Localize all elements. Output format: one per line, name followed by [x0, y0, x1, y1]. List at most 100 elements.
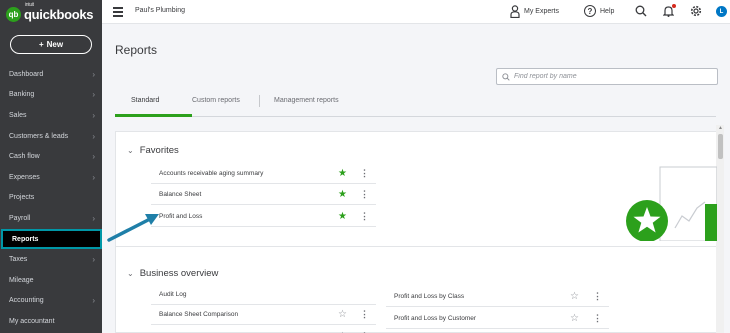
report-row-balance-sheet[interactable]: Balance Sheet ★ ⋮ — [151, 185, 376, 205]
more-options-icon[interactable]: ⋮ — [360, 211, 369, 222]
sidebar-item-label: My accountant — [9, 317, 55, 325]
sidebar-item-label: Mileage — [9, 276, 34, 284]
help-icon: ? — [584, 5, 596, 17]
chevron-right-icon: › — [92, 296, 95, 306]
sidebar-item-label: Accounting — [9, 297, 44, 305]
sidebar-item-expenses[interactable]: Expenses › — [0, 167, 102, 188]
star-outline-icon[interactable]: ☆ — [338, 309, 347, 320]
sidebar-item-label: Dashboard — [9, 70, 44, 78]
star-filled-icon[interactable]: ★ — [338, 189, 347, 200]
plus-icon: + — [38, 40, 44, 49]
report-row-ar-aging[interactable]: Accounts receivable aging summary ★ ⋮ — [151, 164, 376, 184]
section-title: Favorites — [139, 145, 179, 156]
sidebar-item-label: Projects — [9, 194, 35, 202]
settings-button[interactable] — [690, 5, 702, 17]
report-link[interactable]: Audit Log — [151, 291, 376, 298]
report-row-audit-log[interactable]: Audit Log — [151, 285, 376, 305]
report-tabs: Standard Custom reports Management repor… — [115, 93, 716, 117]
sidebar-item-label: Customers & leads — [9, 132, 69, 140]
search-icon — [635, 5, 647, 17]
sidebar-item-reports[interactable]: Reports — [1, 228, 102, 250]
sidebar-item-sales[interactable]: Sales › — [0, 105, 102, 126]
sidebar-item-label: Payroll — [9, 214, 31, 222]
section-title: Business overview — [139, 268, 219, 279]
sidebar-item-dashboard[interactable]: Dashboard › — [0, 64, 102, 85]
active-tab-indicator — [115, 114, 192, 117]
report-row-pl-by-customer[interactable]: Profit and Loss by Customer ☆ ⋮ — [386, 309, 609, 329]
tab-divider — [259, 95, 260, 107]
sidebar-item-accounting[interactable]: Accounting › — [0, 291, 102, 312]
sidebar-item-label: Cash flow — [9, 153, 40, 161]
illustration-bar — [705, 204, 717, 241]
my-experts-label: My Experts — [524, 8, 560, 15]
my-experts-button[interactable]: My Experts — [510, 5, 559, 18]
sidebar-item-label: Reports — [12, 235, 39, 243]
chevron-down-icon: ⌄ — [127, 146, 134, 155]
sidebar-item-mileage[interactable]: Mileage — [0, 270, 102, 291]
report-row-balance-sheet-comparison[interactable]: Balance Sheet Comparison ☆ ⋮ — [151, 305, 376, 325]
search-button[interactable] — [635, 5, 647, 17]
illustration-trend-line — [674, 201, 706, 229]
qb-logo-icon: qb — [6, 6, 21, 22]
tab-management-reports[interactable]: Management reports — [274, 97, 339, 116]
bell-icon — [662, 4, 676, 19]
chevron-down-icon: ⌄ — [127, 269, 134, 278]
search-input[interactable] — [514, 73, 704, 80]
sidebar-item-taxes[interactable]: Taxes › — [0, 249, 102, 270]
chevron-right-icon: › — [92, 172, 95, 182]
favorites-illustration — [626, 166, 717, 241]
chevron-right-icon: › — [92, 90, 95, 100]
star-outline-icon[interactable]: ☆ — [570, 291, 579, 302]
top-bar: Paul's Plumbing My Experts ? Help L — [102, 0, 730, 24]
more-options-icon[interactable]: ⋮ — [593, 313, 602, 324]
avatar: L — [716, 6, 727, 17]
new-button[interactable]: + New — [10, 35, 92, 54]
user-menu[interactable]: L — [716, 6, 727, 17]
sidebar-item-cash-flow[interactable]: Cash flow › — [0, 146, 102, 167]
menu-icon[interactable] — [113, 7, 123, 17]
sidebar-item-payroll[interactable]: Payroll › — [0, 208, 102, 229]
scrollbar-thumb[interactable] — [718, 134, 723, 159]
chevron-right-icon: › — [92, 131, 95, 141]
chevron-right-icon: › — [92, 152, 95, 162]
scroll-up-icon[interactable]: ▲ — [718, 125, 723, 131]
chevron-right-icon: › — [92, 213, 95, 223]
chevron-right-icon: › — [92, 69, 95, 79]
more-options-icon[interactable]: ⋮ — [593, 291, 602, 302]
business-overview-section-header[interactable]: ⌄ Business overview — [127, 268, 218, 279]
sidebar-item-my-accountant[interactable]: My accountant — [0, 311, 102, 332]
sidebar-item-banking[interactable]: Banking › — [0, 85, 102, 106]
gear-icon — [690, 5, 702, 17]
section-divider — [116, 246, 716, 247]
help-label: Help — [600, 7, 615, 15]
star-outline-icon[interactable]: ☆ — [570, 313, 579, 324]
more-options-icon[interactable]: ⋮ — [360, 189, 369, 200]
report-row-partial[interactable]: ☆ ⋮ — [151, 326, 376, 333]
chevron-right-icon: › — [92, 255, 95, 265]
quickbooks-logo[interactable]: qb intuit quickbooks — [6, 2, 94, 24]
search-icon — [502, 72, 510, 81]
sidebar-nav: Dashboard › Banking › Sales › Customers & l… — [0, 64, 102, 332]
notifications-button[interactable] — [662, 4, 676, 19]
star-filled-icon[interactable]: ★ — [338, 168, 347, 179]
intuit-label: intuit — [25, 1, 34, 8]
notification-dot — [672, 4, 676, 8]
person-icon — [510, 5, 520, 18]
sidebar-item-customers-leads[interactable]: Customers & leads › — [0, 126, 102, 147]
chevron-right-icon: › — [92, 110, 95, 120]
more-options-icon[interactable]: ⋮ — [360, 168, 369, 179]
sidebar: qb intuit quickbooks + New Dashboard › Ba… — [0, 0, 102, 333]
sidebar-item-label: Expenses — [9, 173, 40, 181]
sidebar-item-label: Taxes — [9, 256, 28, 264]
brand-name: quickbooks — [24, 6, 94, 22]
tab-custom-reports[interactable]: Custom reports — [192, 97, 240, 116]
report-row-profit-and-loss[interactable]: Profit and Loss ★ ⋮ — [151, 207, 376, 227]
logo-text: intuit quickbooks — [24, 2, 94, 22]
star-filled-icon[interactable]: ★ — [338, 211, 347, 222]
favorites-section-header[interactable]: ⌄ Favorites — [127, 145, 179, 156]
report-row-pl-by-class[interactable]: Profit and Loss by Class ☆ ⋮ — [386, 287, 609, 307]
help-button[interactable]: ? Help — [584, 5, 614, 17]
sidebar-item-projects[interactable]: Projects — [0, 188, 102, 209]
more-options-icon[interactable]: ⋮ — [360, 309, 369, 320]
report-search[interactable] — [496, 68, 718, 85]
